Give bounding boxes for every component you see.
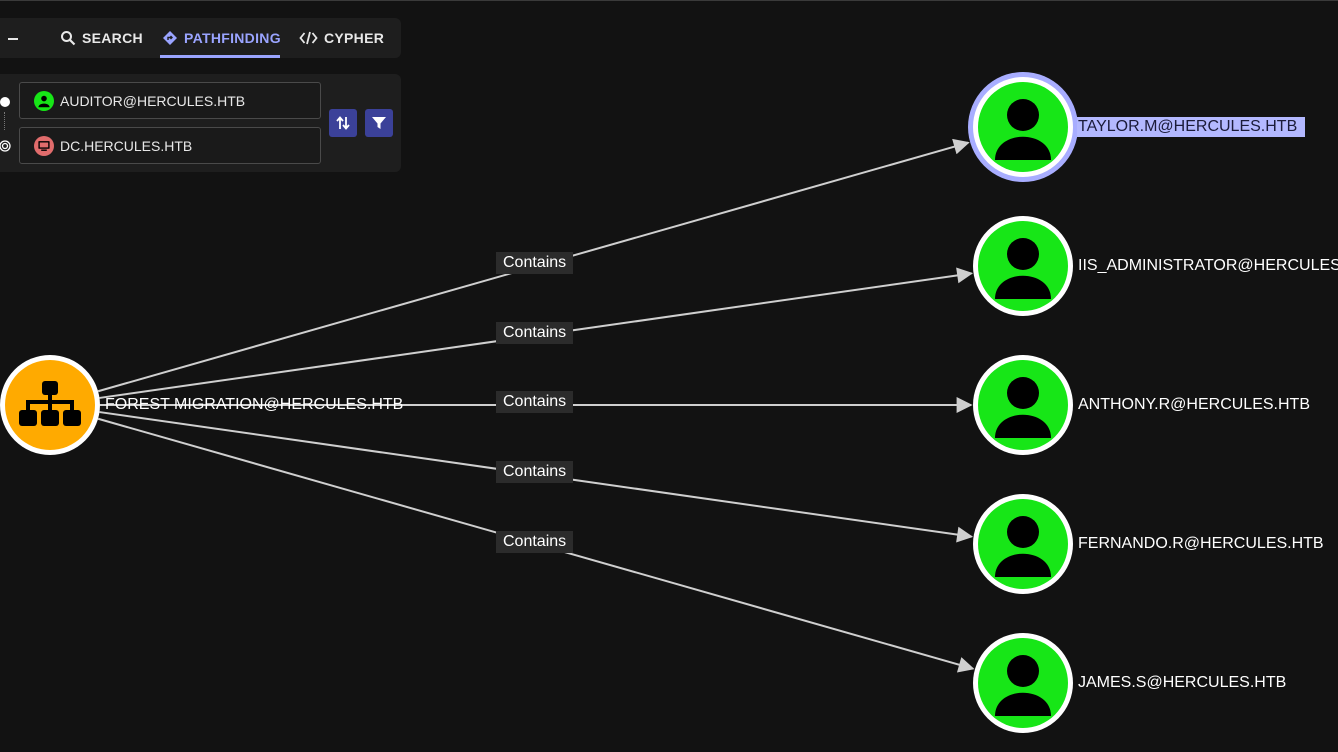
start-node-value: AUDITOR@HERCULES.HTB (60, 92, 246, 109)
end-node-value: DC.HERCULES.HTB (60, 137, 193, 154)
start-point-icon (0, 97, 10, 107)
user-node[interactable] (973, 633, 1073, 733)
edge-label[interactable]: Contains (496, 252, 574, 274)
user-node-label-taylor[interactable]: TAYLOR.M@HERCULES.HTB (1077, 117, 1306, 137)
edge-label[interactable]: Contains (496, 531, 574, 553)
user-node-label-fernando[interactable]: FERNANDO.R@HERCULES.HTB (1078, 535, 1324, 553)
computer-icon (34, 135, 54, 156)
edge-label[interactable]: Contains (496, 391, 574, 413)
ou-node[interactable] (0, 355, 100, 455)
ou-node-label[interactable]: FOREST MIGRATION@HERCULES.HTB (105, 396, 403, 414)
route-diamond-icon (163, 31, 177, 45)
user-node[interactable] (973, 494, 1073, 594)
user-node-label-iis-administrator[interactable]: IIS_ADMINISTRATOR@HERCULES. (1078, 257, 1338, 275)
start-node-input[interactable]: AUDITOR@HERCULES.HTB (19, 82, 321, 119)
filter-icon (372, 117, 386, 129)
tab-search-label: SEARCH (82, 30, 143, 46)
user-node-label-anthony[interactable]: ANTHONY.R@HERCULES.HTB (1078, 396, 1310, 414)
edge-label[interactable]: Contains (496, 461, 574, 483)
tab-search[interactable]: SEARCH (60, 18, 143, 58)
edge-filter-button[interactable] (365, 109, 393, 137)
tab-cypher-label: CYPHER (324, 30, 385, 46)
end-node-input[interactable]: DC.HERCULES.HTB (19, 127, 321, 164)
user-node[interactable] (973, 355, 1073, 455)
user-icon (34, 90, 54, 111)
tab-pathfinding[interactable]: PATHFINDING (162, 18, 281, 58)
user-node-label-james[interactable]: JAMES.S@HERCULES.HTB (1078, 674, 1286, 692)
path-connector (4, 112, 5, 130)
pathfinding-panel: AUDITOR@HERCULES.HTB DC.HERCULES.HTB (0, 74, 401, 172)
user-node[interactable] (973, 216, 1073, 316)
edge-label[interactable]: Contains (496, 322, 574, 344)
tab-pathfinding-label: PATHFINDING (184, 30, 281, 46)
code-icon (299, 31, 318, 45)
explore-tabs-panel: SEARCH PATHFINDING CYPHER (0, 18, 401, 58)
active-tab-indicator (160, 55, 280, 58)
tab-cypher[interactable]: CYPHER (299, 18, 384, 58)
target-icon (0, 140, 11, 152)
swap-nodes-button[interactable] (329, 109, 357, 137)
collapse-icon[interactable] (6, 30, 20, 46)
search-icon (61, 31, 76, 46)
swap-vertical-icon (336, 116, 350, 130)
user-node[interactable] (968, 72, 1078, 182)
